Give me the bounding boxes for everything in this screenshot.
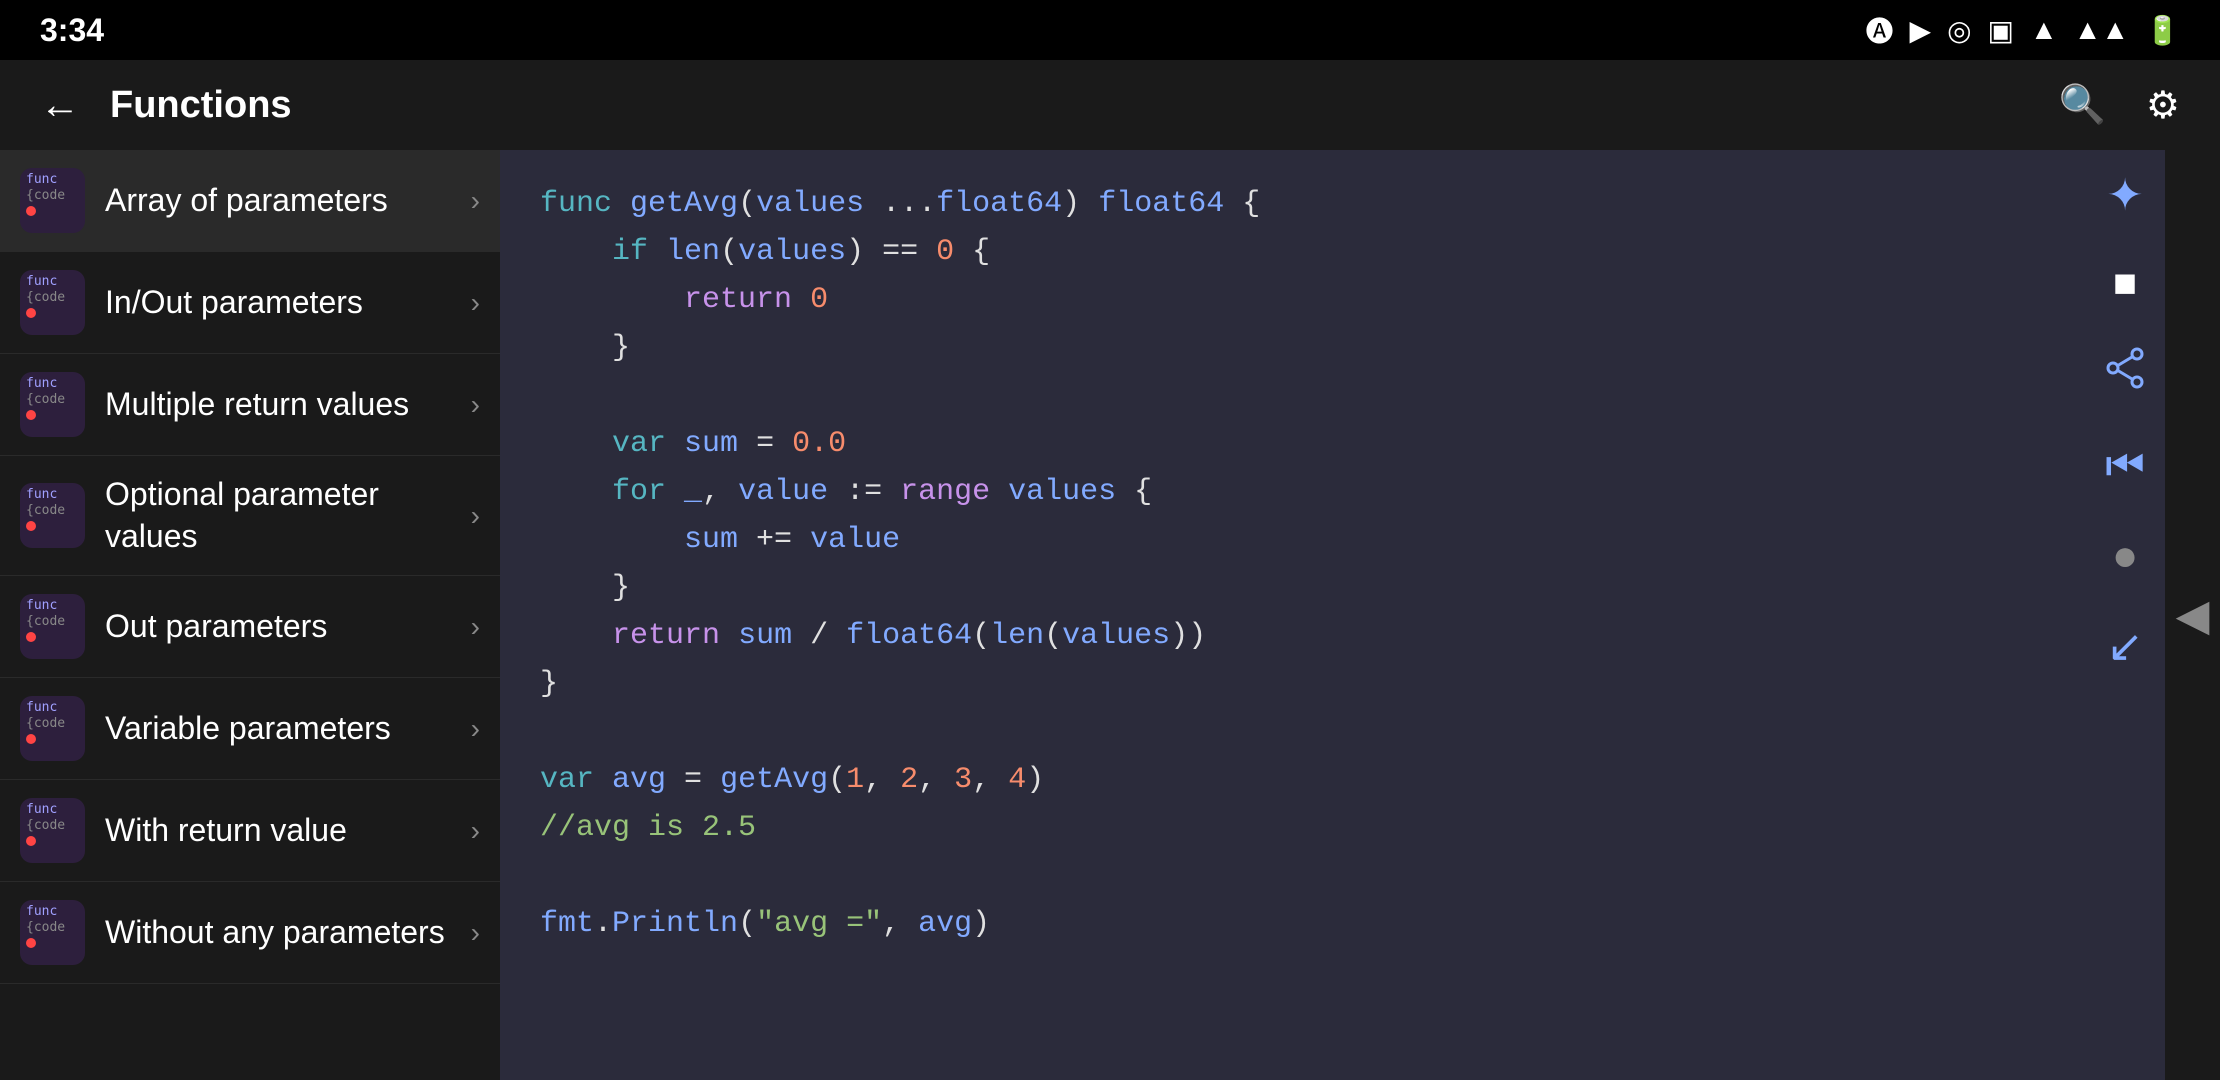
notification-icon: 🅐	[1866, 10, 1894, 50]
sidebar-label-out-parameters: Out parameters	[105, 606, 461, 648]
sidebar-item-with-return-value[interactable]: func {code With return value ›	[0, 780, 500, 882]
sidebar-icon-with-return-value: func {code	[20, 798, 85, 863]
radio-icon: ◎	[1947, 14, 1971, 47]
page-title: Functions	[110, 84, 2029, 127]
code-line-11: }	[540, 660, 2045, 708]
code-line-4: }	[540, 324, 2045, 372]
sidebar-item-variable-parameters[interactable]: func {code Variable parameters ›	[0, 678, 500, 780]
chevron-right-icon: ›	[471, 713, 480, 745]
nav-bar: ← Functions 🔍 ⚙	[0, 60, 2220, 150]
arrow-down-left-icon[interactable]: ↙	[2107, 621, 2144, 672]
sidebar: func {code Array of parameters › func {c…	[0, 150, 500, 1080]
code-line-3: return 0	[540, 276, 2045, 324]
code-line-2: if len(values) == 0 {	[540, 228, 2045, 276]
action-bar: ✦ ■ ⏮ ● ↙	[2085, 150, 2165, 1080]
circle-icon[interactable]: ●	[2112, 531, 2139, 581]
code-line-9: }	[540, 564, 2045, 612]
wifi-icon: ▲	[2030, 14, 2058, 46]
star-icon[interactable]: ✦	[2107, 170, 2144, 221]
code-line-1: func getAvg(values ...float64) float64 {	[540, 180, 2045, 228]
sidebar-icon-in-out-parameters: func {code	[20, 270, 85, 335]
sidebar-icon-without-any-parameters: func {code	[20, 900, 85, 965]
share-icon[interactable]	[2103, 346, 2147, 401]
sidebar-item-optional-parameter-values[interactable]: func {code Optional parameter values ›	[0, 456, 500, 576]
sidebar-label-in-out-parameters: In/Out parameters	[105, 282, 461, 324]
back-button[interactable]: ←	[30, 73, 90, 138]
chevron-right-icon: ›	[471, 185, 480, 217]
sidebar-item-multiple-return-values[interactable]: func {code Multiple return values ›	[0, 354, 500, 456]
sidebar-icon-optional-parameter-values: func {code	[20, 483, 85, 548]
chevron-right-icon: ›	[471, 500, 480, 532]
signal-icon: ▲▲	[2074, 14, 2129, 46]
sidebar-label-multiple-return-values: Multiple return values	[105, 384, 461, 426]
playback-button[interactable]: ◀	[2165, 150, 2220, 1080]
code-line-7: for _, value := range values {	[540, 468, 2045, 516]
status-time: 3:34	[40, 12, 104, 49]
chevron-right-icon: ›	[471, 917, 480, 949]
code-panel: func getAvg(values ...float64) float64 {…	[500, 150, 2085, 1080]
code-line-14: //avg is 2.5	[540, 804, 2045, 852]
code-line-15	[540, 852, 2045, 900]
status-bar: 3:34 🅐 ▶ ◎ ▣ ▲ ▲▲ 🔋	[0, 0, 2220, 60]
sidebar-item-in-out-parameters[interactable]: func {code In/Out parameters ›	[0, 252, 500, 354]
code-line-16: fmt.Println("avg =", avg)	[540, 900, 2045, 948]
sidebar-item-array-of-parameters[interactable]: func {code Array of parameters ›	[0, 150, 500, 252]
battery-icon: 🔋	[2145, 14, 2180, 47]
sidebar-label-variable-parameters: Variable parameters	[105, 708, 461, 750]
memory-icon: ▣	[1988, 14, 2014, 47]
sidebar-icon-array-of-parameters: func {code	[20, 168, 85, 233]
play-arrow-icon: ◀	[2176, 590, 2210, 641]
code-line-12	[540, 708, 2045, 756]
status-icons: 🅐 ▶ ◎ ▣ ▲ ▲▲ 🔋	[1866, 10, 2181, 50]
chevron-right-icon: ›	[471, 389, 480, 421]
sidebar-label-array-of-parameters: Array of parameters	[105, 180, 461, 222]
chevron-right-icon: ›	[471, 287, 480, 319]
main-content: func {code Array of parameters › func {c…	[0, 150, 2220, 1080]
first-page-icon[interactable]: ⏮	[2105, 441, 2145, 491]
search-button[interactable]: 🔍	[2049, 73, 2116, 137]
sidebar-item-without-any-parameters[interactable]: func {code Without any parameters ›	[0, 882, 500, 984]
sidebar-icon-multiple-return-values: func {code	[20, 372, 85, 437]
white-square-icon[interactable]: ■	[2113, 261, 2137, 306]
play-icon: ▶	[1910, 14, 1932, 47]
sidebar-label-without-any-parameters: Without any parameters	[105, 912, 461, 954]
sidebar-label-optional-parameter-values: Optional parameter values	[105, 474, 461, 557]
chevron-right-icon: ›	[471, 611, 480, 643]
sidebar-item-out-parameters[interactable]: func {code Out parameters ›	[0, 576, 500, 678]
code-line-10: return sum / float64(len(values))	[540, 612, 2045, 660]
settings-button[interactable]: ⚙	[2136, 73, 2190, 138]
chevron-right-icon: ›	[471, 815, 480, 847]
code-line-5	[540, 372, 2045, 420]
code-line-13: var avg = getAvg(1, 2, 3, 4)	[540, 756, 2045, 804]
code-line-8: sum += value	[540, 516, 2045, 564]
sidebar-icon-out-parameters: func {code	[20, 594, 85, 659]
sidebar-label-with-return-value: With return value	[105, 810, 461, 852]
code-line-6: var sum = 0.0	[540, 420, 2045, 468]
sidebar-icon-variable-parameters: func {code	[20, 696, 85, 761]
